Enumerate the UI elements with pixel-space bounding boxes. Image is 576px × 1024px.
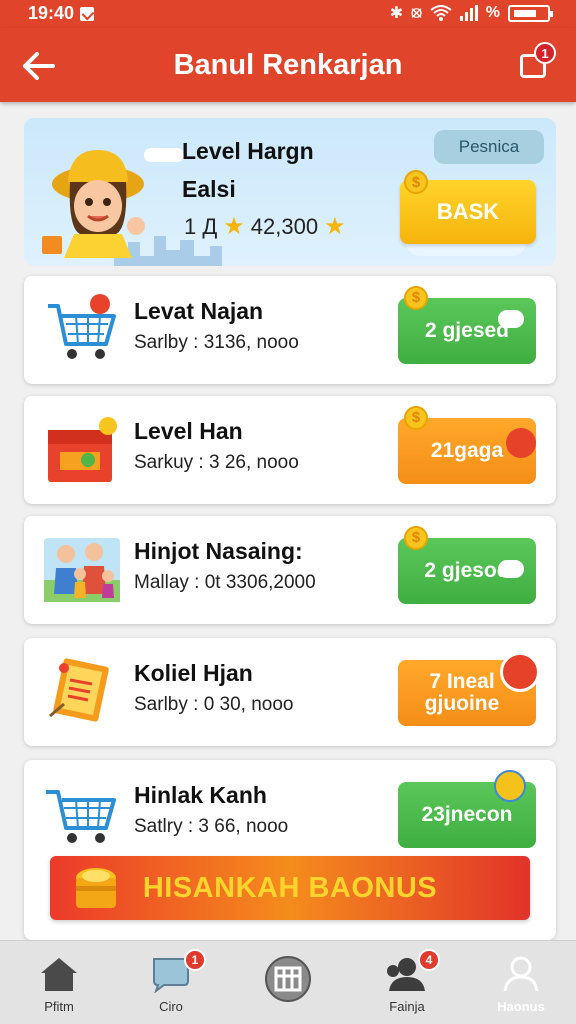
bonus-label: HISANKAH BAONUS	[142, 871, 438, 904]
certificate-icon	[49, 658, 109, 722]
coin-icon: $	[404, 406, 428, 430]
messages-button[interactable]: 1	[516, 42, 556, 84]
list-item[interactable]: Levat Najan Sarlby : 3136, nooo $ 2 gjes…	[24, 276, 556, 384]
item-subtitle: Sarlby : 3136, nooo	[134, 332, 299, 353]
item-action-label: 21gaga	[430, 438, 504, 462]
item-action-button[interactable]: 7 Ineal gjuoine	[398, 652, 540, 726]
bottom-navigation: Pfitm 1 Ciro 4 Fainja Haonus	[0, 940, 576, 1024]
user-icon	[503, 956, 539, 992]
item-title: Hinjot Nasaing:	[134, 538, 303, 564]
hero-stat-value: 42,300	[250, 213, 319, 239]
bonus-banner-button[interactable]: HISANKAH BAONUS	[50, 856, 530, 920]
nav-item-chat[interactable]: 1 Ciro	[126, 949, 216, 1014]
item-action-button[interactable]: 23jnecon	[398, 770, 536, 848]
hero-cta-button[interactable]: $ BASK	[400, 170, 536, 244]
nav-label: Ciro	[159, 999, 183, 1014]
nav-badge: 1	[184, 949, 206, 971]
list-item[interactable]: Koliel Hjan Sarlby : 0 30, nooo 7 Ineal …	[24, 638, 556, 746]
hero-title: Level Hargn	[182, 138, 314, 164]
nav-label: Haonus	[497, 999, 545, 1014]
hero-subtitle: Ealsi	[182, 176, 236, 202]
status-icons: ✱ ⦻ %	[389, 3, 553, 23]
star-icon: ★	[223, 213, 245, 240]
nav-label: Fainja	[389, 999, 425, 1014]
list-item[interactable]: Level Han Sarkuy : 3 26, nooo $ 21gaga	[24, 396, 556, 504]
hero-tag-pill[interactable]: Pesnica	[434, 130, 544, 164]
messages-badge: 1	[534, 42, 556, 64]
list-item[interactable]: Hinjot Nasaing: Mallay : 0t 3306,2000 $ …	[24, 516, 556, 624]
item-action-button[interactable]: $ 2 gjesod	[398, 526, 536, 604]
notification-icon	[80, 6, 95, 21]
worker-avatar-icon	[42, 150, 145, 258]
gift-box-icon	[48, 417, 117, 482]
nav-label: Pfitm	[44, 999, 74, 1014]
item-title: Koliel Hjan	[134, 660, 253, 686]
level-hero-card[interactable]: Level Hargn Ealsi 1 Д ★ 42,300 ★ Pesnica…	[24, 118, 556, 266]
nav-item-group[interactable]: 4 Fainja	[362, 949, 452, 1014]
item-subtitle: Satlry : 3 66, nooo	[134, 816, 289, 837]
status-bar: 19:40 ✱ ⦻ %	[0, 0, 576, 28]
app-bar: Banul Renkarjan 1	[0, 28, 576, 102]
nav-item-home[interactable]: Pfitm	[14, 955, 104, 1014]
item-title: Level Han	[134, 418, 243, 444]
item-title: Levat Najan	[134, 298, 264, 324]
status-time: 19:40	[28, 3, 75, 23]
star-icon: ★	[324, 213, 346, 240]
check-badge-icon	[494, 770, 526, 802]
percent-icon: %	[485, 4, 500, 21]
battery-icon	[508, 4, 553, 22]
vibrate-icon: ⦻	[411, 4, 422, 21]
item-subtitle: Sarlby : 0 30, nooo	[134, 694, 294, 715]
hero-stats: 1 Д ★ 42,300 ★	[184, 212, 346, 241]
cloud-icon	[498, 310, 524, 328]
nav-item-center[interactable]	[243, 955, 333, 1008]
signal-icon	[459, 5, 478, 21]
item-action-button[interactable]: $ 21gaga	[398, 406, 536, 484]
coin-icon: $	[404, 526, 428, 550]
cart-icon	[46, 790, 116, 843]
item-subtitle: Mallay : 0t 3306,2000	[134, 572, 316, 593]
home-icon	[41, 958, 77, 991]
item-action-button[interactable]: $ 2 gjesed	[398, 286, 536, 364]
status-time-group: 19:40	[28, 3, 95, 24]
item-action-label: 2 gjesod	[424, 558, 510, 582]
coin-icon: $	[404, 286, 428, 310]
hero-cta-label: BASK	[436, 199, 500, 224]
coin-icon: $	[404, 170, 428, 194]
cart-icon	[48, 294, 116, 359]
burst-icon	[500, 652, 540, 692]
treasure-chest-icon	[76, 868, 116, 908]
item-action-label: 23jnecon	[421, 802, 513, 826]
family-icon	[44, 538, 120, 602]
nav-item-profile[interactable]: Haonus	[476, 955, 566, 1014]
item-title: Hinlak Kanh	[134, 782, 267, 808]
bluetooth-icon: ✱	[389, 5, 404, 22]
grid-icon	[265, 956, 311, 1002]
page-title: Banul Renkarjan	[173, 49, 403, 81]
hero-stat-prefix: 1 Д	[184, 213, 218, 239]
nav-badge: 4	[418, 949, 440, 971]
burst-icon	[506, 428, 536, 458]
item-subtitle: Sarkuy : 3 26, nooo	[134, 452, 299, 473]
item-action-label: 2 gjesed	[424, 318, 510, 342]
wifi-icon	[430, 5, 452, 21]
cloud-icon	[498, 560, 524, 578]
